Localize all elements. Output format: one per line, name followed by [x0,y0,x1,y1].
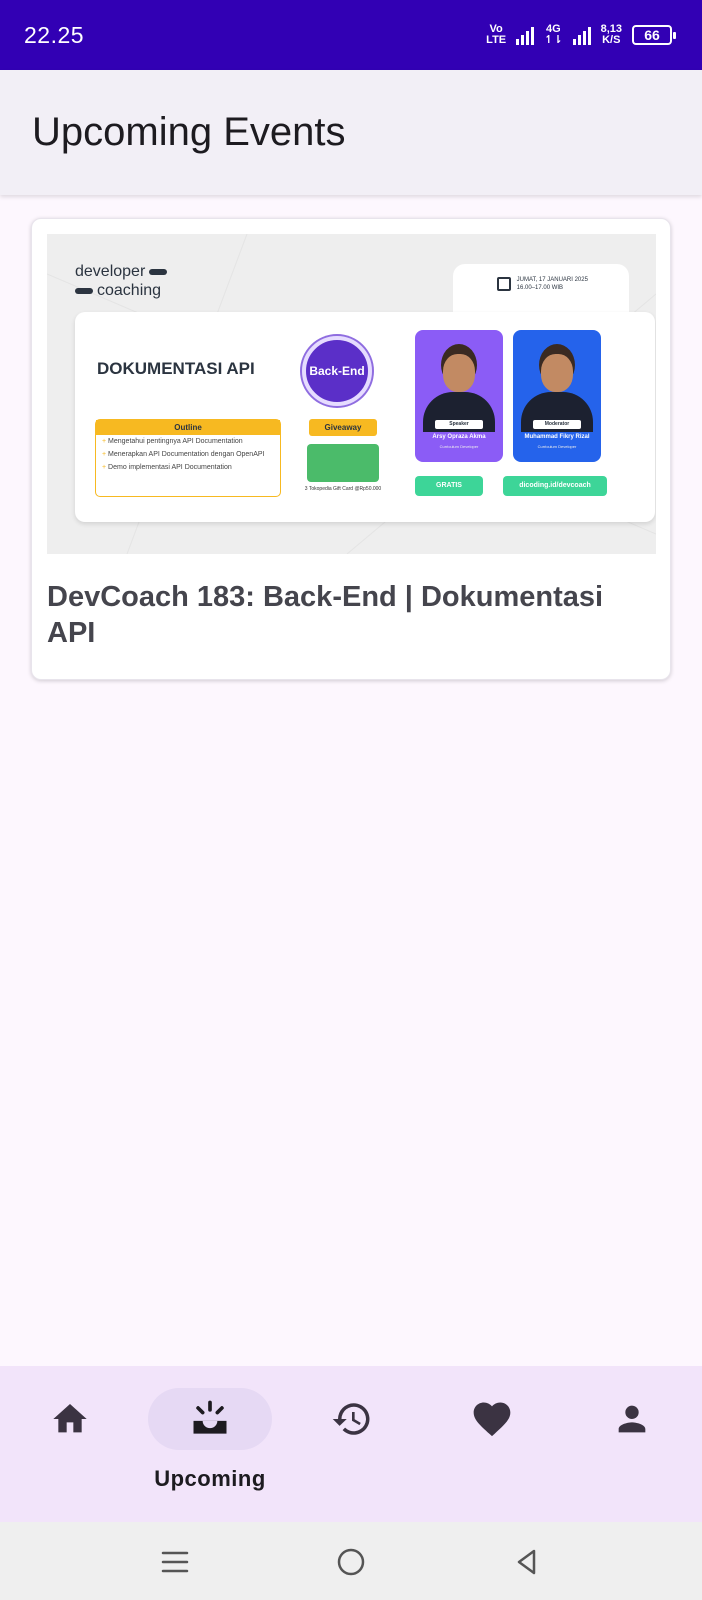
page-title: Upcoming Events [32,110,346,154]
moderator-card: Moderator Muhammad Fikry Rizal Curriculu… [513,330,601,462]
moderator-job: Curriculum Developer [537,444,577,449]
signal-icon [516,25,535,45]
gift-card-image [307,444,379,482]
network-speed: 8,13 K/S [601,24,622,46]
status-bar: 22.25 Vo LTE 4G ↿⇂ 8,13 K/S 66 [0,0,702,70]
outline-item-text: Menerapkan API Documentation dengan Open… [108,451,265,458]
outline-item: + Mengetahui pentingnya API Documentatio… [102,438,243,445]
nav-history[interactable] [292,1388,412,1498]
nav-favorite[interactable] [432,1388,552,1498]
date-line2: 16.00–17.00 WIB [516,285,564,291]
banner-heading: DOKUMENTASI API [97,359,255,378]
logo-line2: coaching [97,282,162,299]
moderator-name: Muhammad Fikry Rizal [524,434,590,440]
battery-level: 66 [644,27,660,43]
calendar-icon [497,277,511,291]
volte-indicator: Vo LTE [486,24,506,46]
volte-bottom: LTE [486,34,507,46]
nav-upcoming-label: Upcoming [154,1466,266,1491]
nav-home[interactable] [10,1388,130,1498]
speaker-role: Speaker [435,420,483,429]
back-button[interactable] [507,1542,547,1582]
giveaway-title: Giveaway [309,419,377,436]
bottom-navigation: Upcoming [0,1366,702,1522]
outline-box: Outline + Mengetahui pentingnya API Docu… [95,419,281,497]
system-navigation-bar [0,1522,702,1600]
speaker-name: Arsy Opraza Akma [432,434,486,440]
data-arrows-icon: ↿⇂ [544,34,563,46]
battery-icon: 66 [632,25,676,45]
backend-badge: Back-End [302,336,372,406]
badge-label: Back-End [309,364,365,378]
event-banner-image: developer coaching JUMAT, 17 JANUARI 202… [47,234,656,554]
date-line1: JUMAT, 17 JANUARI 2025 [516,277,588,283]
nav-active-indicator [148,1388,272,1450]
outline-item: + Menerapkan API Documentation dengan Op… [102,451,265,458]
nav-upcoming[interactable]: Upcoming [148,1388,272,1498]
upcoming-icon [193,1400,227,1434]
circle-home-icon [337,1548,365,1576]
home-button[interactable] [331,1542,371,1582]
signal-icon-2 [572,25,591,45]
back-triangle-icon [517,1549,536,1575]
status-time: 22.25 [24,21,85,48]
banner-link-label: dicoding.id/devcoach [503,476,607,496]
banner-free-label: GRATIS [415,476,483,496]
developer-coaching-logo: developer coaching [75,262,171,300]
event-card[interactable]: developer coaching JUMAT, 17 JANUARI 202… [31,218,671,680]
menu-icon [161,1551,189,1573]
heart-icon [473,1402,511,1437]
status-icons: Vo LTE 4G ↿⇂ 8,13 K/S 66 [486,24,676,46]
app-bar: Upcoming Events [0,70,702,195]
event-title: DevCoach 183: Back-End | Dokumentasi API [47,581,604,649]
giveaway-text: 3 Tokopedia Gift Card @Rp50.000 [304,486,382,492]
outline-item-text: Mengetahui pentingnya API Documentation [108,438,243,445]
network-indicator: 4G ↿⇂ [544,24,562,46]
logo-line1: developer [75,263,146,280]
speaker-card: Speaker Arsy Opraza Akma Curriculum Deve… [415,330,503,462]
person-icon [618,1405,646,1433]
outline-item-text: Demo implementasi API Documentation [108,464,232,471]
history-icon [332,1403,370,1435]
outline-item: + Demo implementasi API Documentation [102,464,232,471]
speed-unit: K/S [602,34,621,46]
home-icon [53,1404,87,1433]
banner-date: JUMAT, 17 JANUARI 2025 16.00–17.00 WIB [497,276,588,292]
nav-profile[interactable] [572,1388,692,1498]
recents-button[interactable] [155,1542,195,1582]
moderator-role: Moderator [533,420,581,429]
speaker-job: Curriculum Developer [439,444,479,449]
outline-title: Outline [96,420,280,435]
